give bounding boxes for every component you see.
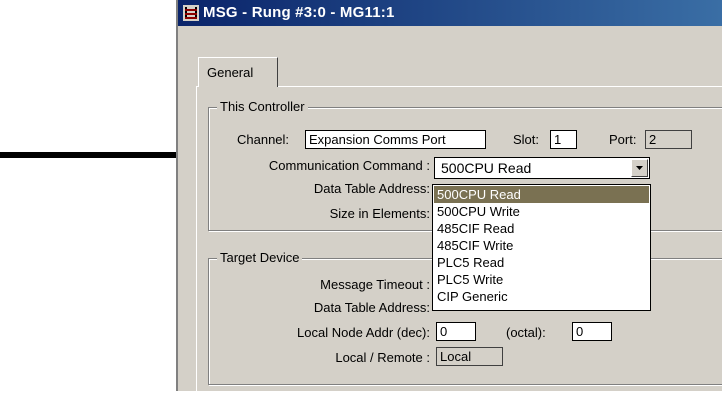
option-cip-generic[interactable]: CIP Generic	[434, 288, 649, 305]
communication-command-value: 500CPU Read	[441, 160, 532, 176]
communication-command-label: Communication Command :	[268, 158, 430, 173]
communication-command-dropdown: 500CPU Read 500CPU Write 485CIF Read 485…	[432, 184, 651, 311]
title-bar[interactable]: MSG - Rung #3:0 - MG11:1	[178, 0, 722, 26]
tab-general[interactable]: General	[198, 57, 278, 87]
dropdown-button[interactable]	[631, 159, 648, 177]
chevron-down-icon	[636, 166, 643, 170]
local-node-addr-label: Local Node Addr (dec):	[297, 325, 430, 340]
option-485cif-write[interactable]: 485CIF Write	[434, 237, 649, 254]
target-data-table-address-label: Data Table Address:	[313, 300, 430, 315]
communication-command-select[interactable]: 500CPU Read	[434, 157, 650, 179]
size-in-elements-label: Size in Elements:	[329, 206, 430, 221]
option-500cpu-read[interactable]: 500CPU Read	[434, 186, 649, 203]
local-node-addr-field[interactable]: 0	[436, 322, 476, 341]
message-timeout-label: Message Timeout :	[320, 277, 430, 292]
tab-general-label: General	[207, 65, 254, 80]
option-plc5-read[interactable]: PLC5 Read	[434, 254, 649, 271]
slot-field[interactable]: 1	[550, 130, 577, 149]
port-label: Port:	[609, 132, 637, 147]
channel-label: Channel:	[237, 132, 290, 147]
this-controller-group-label: This Controller	[217, 99, 308, 114]
slot-label: Slot:	[513, 132, 540, 147]
octal-field[interactable]: 0	[572, 322, 612, 341]
local-remote-label: Local / Remote :	[335, 350, 430, 365]
target-device-group-label: Target Device	[217, 250, 303, 265]
octal-label: (octal):	[506, 325, 546, 340]
port-field: 2	[645, 130, 692, 149]
window-title: MSG - Rung #3:0 - MG11:1	[203, 4, 395, 21]
ladder-icon	[183, 5, 199, 21]
option-500cpu-write[interactable]: 500CPU Write	[434, 203, 649, 220]
option-485cif-read[interactable]: 485CIF Read	[434, 220, 649, 237]
option-plc5-write[interactable]: PLC5 Write	[434, 271, 649, 288]
channel-field[interactable]: Expansion Comms Port	[305, 130, 486, 149]
data-table-address-label: Data Table Address:	[313, 181, 430, 196]
local-remote-field: Local	[436, 347, 503, 366]
